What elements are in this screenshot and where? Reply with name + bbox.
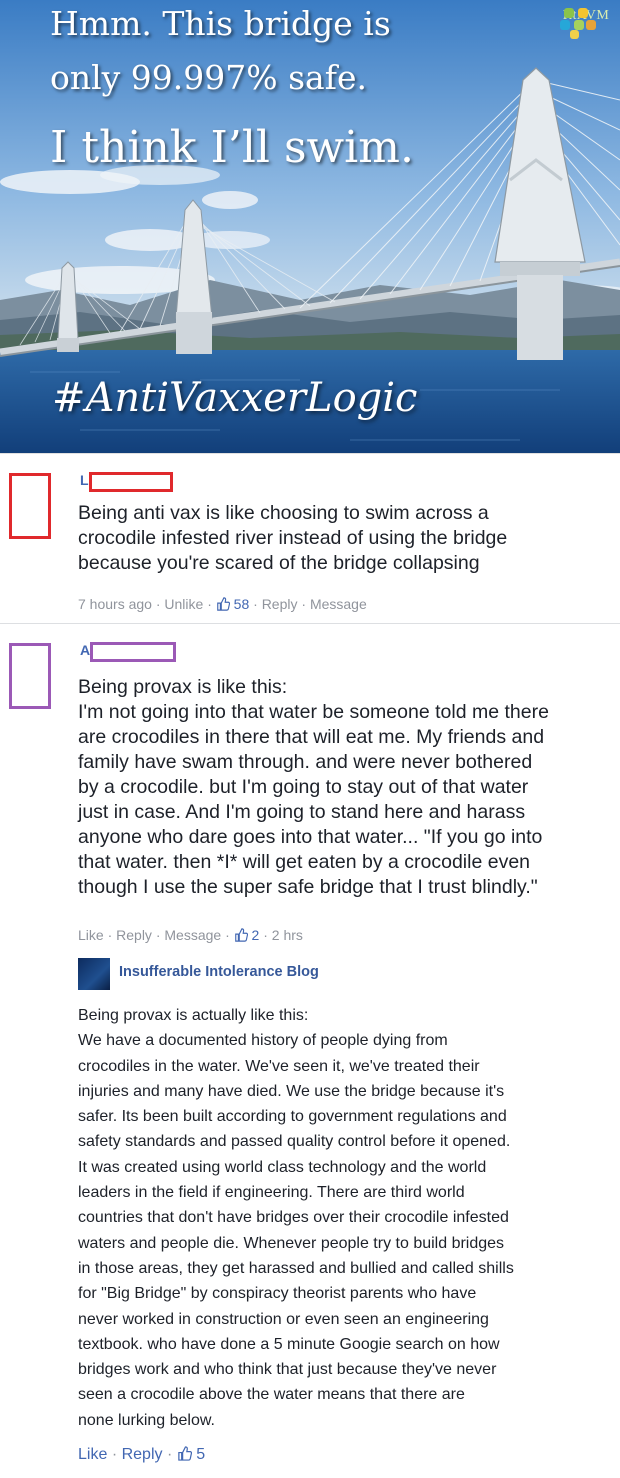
reply-link[interactable]: Reply	[122, 1446, 163, 1463]
like-count-value: 5	[196, 1446, 206, 1463]
puzzle-logo-icon	[560, 8, 596, 39]
meme-hashtag: #AntiVaxxerLogic	[52, 375, 418, 421]
reply-line: injuries and many have died. We use the …	[78, 1082, 505, 1100]
meme-caption-line-1: Hmm. This bridge is	[50, 4, 391, 43]
comment-body: Being anti vax is like choosing to swim …	[78, 501, 608, 576]
avatar[interactable]	[78, 958, 110, 990]
comment-meta: Like · Reply · Message · 2 · 2 hrs	[78, 927, 303, 943]
comment-line: by a crocodile. but I'm going to stay ou…	[78, 776, 529, 798]
reply-line: safety standards and passed quality cont…	[78, 1133, 511, 1151]
reply-line: never worked in construction or even see…	[78, 1310, 489, 1328]
author-initial[interactable]: A	[80, 642, 90, 658]
comment-line: just in case. And I'm going to stand her…	[78, 801, 526, 823]
like-count[interactable]: 58	[216, 596, 253, 612]
comment-line: Being provax is like this:	[78, 676, 288, 698]
redacted-name	[88, 472, 173, 492]
comment-meta: 7 hours ago · Unlike · 58 · Reply · Mess…	[78, 596, 367, 612]
message-link[interactable]: Message	[310, 596, 367, 612]
reply-line: none lurking below.	[78, 1411, 215, 1429]
comment-author[interactable]: L	[80, 472, 173, 492]
unlike-link[interactable]: Unlike	[164, 596, 203, 612]
reply-line: textbook. who have done a 5 minute Googi…	[78, 1335, 500, 1353]
comment-line: that water. then *I* will get eaten by a…	[78, 851, 531, 873]
redacted-avatar[interactable]	[9, 473, 51, 539]
comment-line: are crocodiles in there that will eat me…	[78, 726, 545, 748]
reply-line: We have a documented history of people d…	[78, 1032, 448, 1050]
reply-line: countries that don't have bridges over t…	[78, 1209, 509, 1227]
comment-line: family have swam through. and were never…	[78, 751, 533, 773]
reply-body: Being provax is actually like this: We h…	[78, 1003, 613, 1433]
comment-line: because you're scared of the bridge coll…	[78, 552, 480, 574]
reply-line: It was created using world class technol…	[78, 1158, 487, 1176]
like-count[interactable]: 5	[177, 1446, 205, 1463]
comment-line: though I use the super safe bridge that …	[78, 876, 538, 898]
reply-line: waters and people die. Whenever people t…	[78, 1234, 505, 1252]
reply-line: crocodiles in the water. We've seen it, …	[78, 1057, 480, 1075]
comment-line: I'm not going into that water be someone…	[78, 701, 549, 723]
like-count-value: 2	[251, 927, 260, 943]
comment-body: Being provax is like this: I'm not going…	[78, 675, 608, 900]
redacted-name	[90, 642, 177, 662]
comment-timestamp[interactable]: 7 hours ago	[78, 596, 152, 612]
comment-line: Being anti vax is like choosing to swim …	[78, 502, 489, 524]
like-count[interactable]: 2	[234, 927, 264, 943]
reply-line: seen a crocodile above the water means t…	[78, 1386, 465, 1404]
reply-line: bridges work and who think that just bec…	[78, 1361, 497, 1379]
reply-meta: Like · Reply · 5	[78, 1446, 206, 1463]
reply-line: leaders in the field if engineering. The…	[78, 1184, 465, 1202]
comment-timestamp[interactable]: 2 hrs	[272, 927, 303, 943]
comment: A Being provax is like this: I'm not goi…	[0, 623, 620, 1478]
meme-caption-line-3: I think I’ll swim.	[50, 122, 414, 173]
like-count-value: 58	[233, 596, 250, 612]
thumbs-up-icon	[178, 1446, 192, 1461]
comment-line: crocodile infested river instead of usin…	[78, 527, 508, 549]
like-link[interactable]: Like	[78, 1446, 107, 1463]
reply-link[interactable]: Reply	[116, 927, 152, 943]
message-link[interactable]: Message	[164, 927, 221, 943]
like-link[interactable]: Like	[78, 927, 104, 943]
author-initial[interactable]: L	[80, 472, 89, 488]
comment: L Being anti vax is like choosing to swi…	[0, 453, 620, 624]
reply-line: for "Big Bridge" by conspiracy theorist …	[78, 1285, 477, 1303]
reply-author[interactable]: Insufferable Intolerance Blog	[119, 964, 319, 980]
meme-caption-line-2: only 99.997% safe.	[50, 58, 367, 97]
brand-logo: RtAVM	[556, 6, 616, 39]
meme-image: Hmm. This bridge is only 99.997% safe. I…	[0, 0, 620, 453]
reply-line: Being provax is actually like this:	[78, 1007, 309, 1024]
reply-line: safer. Its been built according to gover…	[78, 1108, 507, 1126]
comment-line: anyone who dare goes into that water... …	[78, 826, 543, 848]
thumbs-up-icon	[234, 928, 248, 942]
thumbs-up-icon	[216, 597, 230, 611]
comment-author[interactable]: A	[80, 642, 177, 662]
reply-link[interactable]: Reply	[262, 596, 298, 612]
redacted-avatar[interactable]	[9, 643, 51, 709]
reply-line: in those areas, they get harassed and bu…	[78, 1259, 514, 1277]
